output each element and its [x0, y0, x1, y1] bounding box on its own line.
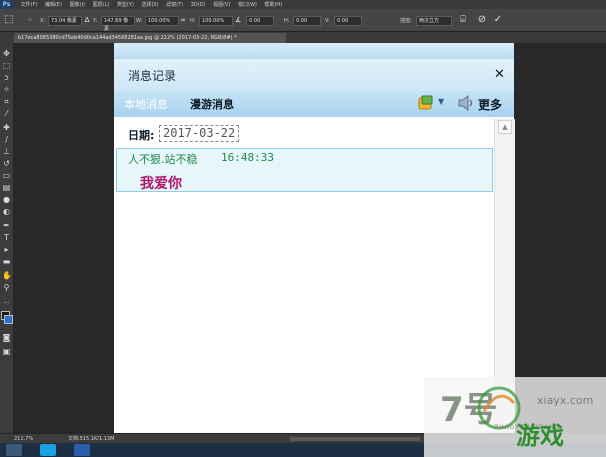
tools-panel: ✥ ⬚ ↄ ✧ ⌗ ⁄ ✚ ∕ ⊥ ↺ ▭ ▤ ● ◐ ✒ T ▸ ▬ ✋ ⚲ …	[0, 43, 14, 433]
link-icon[interactable]: ∞	[177, 14, 189, 26]
vskew-label: V:	[325, 18, 330, 24]
app-logo-icon[interactable]: Ps	[0, 0, 13, 9]
history-brush-tool-icon[interactable]: ↺	[2, 159, 11, 168]
message-manager-icon[interactable]	[417, 94, 435, 112]
rotate-icon: ∡	[234, 16, 242, 24]
menu-view[interactable]: 视图(V)	[213, 2, 230, 8]
x-label: X:	[40, 18, 46, 24]
close-icon[interactable]: ✕	[494, 67, 505, 82]
date-label: 日期:	[128, 129, 155, 142]
shape-tool-icon[interactable]: ▬	[2, 257, 11, 266]
window-top-strip	[114, 43, 514, 59]
quick-mask-icon[interactable]: ◙	[2, 333, 11, 342]
magic-wand-tool-icon[interactable]: ✧	[2, 85, 11, 94]
pen-tool-icon[interactable]: ✒	[2, 221, 11, 230]
marquee-tool-icon[interactable]: ⬚	[2, 61, 11, 70]
brush-tool-icon[interactable]: ∕	[2, 135, 11, 144]
start-icon[interactable]	[6, 444, 22, 456]
commit-icon[interactable]: ✓	[492, 14, 504, 26]
browser-icon[interactable]	[40, 444, 56, 456]
window-title: 消息记录	[128, 69, 177, 83]
menu-bar: Ps 文件(F) 编辑(E) 图像(I) 图层(L) 类型(Y) 选择(S) 滤…	[0, 0, 606, 9]
blur-tool-icon[interactable]: ●	[2, 195, 11, 204]
type-tool-icon[interactable]: T	[2, 233, 11, 242]
menu-filter[interactable]: 滤镜(T)	[166, 2, 183, 8]
scroll-up-icon[interactable]: ▲	[498, 120, 512, 134]
h-label: H:	[190, 18, 196, 24]
options-bar: ⬚ ⁘ X: 73.04 像素 Δ Y: 147.69 像素 W: 100.00…	[0, 9, 606, 32]
speaker-icon[interactable]	[457, 94, 475, 112]
message-sender: 人不狠.站不稳	[128, 153, 198, 166]
message-text: 我爱你	[140, 176, 182, 192]
dodge-tool-icon[interactable]: ◐	[2, 207, 11, 216]
document-tab[interactable]: b17eca8065380cd75eb40d0ca144ad34588281aa…	[14, 33, 286, 43]
menu-window[interactable]: 窗口(W)	[238, 2, 257, 8]
screen-mode-icon[interactable]: ▣	[2, 347, 11, 356]
zoom-tool-icon[interactable]: ⚲	[2, 283, 11, 292]
menu-type[interactable]: 类型(Y)	[117, 2, 134, 8]
menu-select[interactable]: 选择(S)	[141, 2, 158, 8]
lasso-tool-icon[interactable]: ↄ	[2, 73, 11, 82]
gradient-tool-icon[interactable]: ▤	[2, 183, 11, 192]
delta-icon[interactable]: Δ	[81, 14, 93, 26]
h-skew-field[interactable]: 0.00	[293, 16, 321, 26]
menu-help[interactable]: 帮助(H)	[264, 2, 282, 8]
tabs-bar	[114, 91, 514, 117]
y-label: Y:	[93, 18, 98, 24]
eraser-tool-icon[interactable]: ▭	[2, 171, 11, 180]
horizontal-scrollbar[interactable]	[290, 437, 420, 441]
menu-layer[interactable]: 图层(L)	[93, 2, 110, 8]
width-field[interactable]: 100.00%	[145, 16, 179, 26]
photoshop-taskbar-icon[interactable]	[74, 444, 90, 456]
document-tab-bar: b17eca8065380cd75eb40d0ca144ad34588281aa…	[0, 32, 606, 43]
crop-tool-icon[interactable]: ⌗	[2, 97, 11, 106]
tab-roaming-messages[interactable]: 漫游消息	[190, 96, 234, 112]
more-tools-icon[interactable]: …	[2, 297, 11, 306]
eyedropper-tool-icon[interactable]: ⁄	[2, 109, 11, 118]
hskew-label: H:	[284, 18, 290, 24]
menu-image[interactable]: 图像(I)	[70, 2, 85, 8]
date-picker[interactable]: 2017-03-22	[159, 125, 240, 142]
more-button[interactable]: 更多	[478, 96, 502, 113]
y-position-field[interactable]: 147.69 像素	[101, 16, 135, 32]
watermark-domain: xiayx.com	[537, 394, 594, 407]
height-field[interactable]: 100.00%	[199, 16, 233, 26]
watermark-brand: 游戏	[516, 422, 564, 450]
healing-tool-icon[interactable]: ✚	[2, 123, 11, 132]
reference-point-icon[interactable]: ⁘	[24, 14, 36, 26]
v-skew-field[interactable]: 0.00	[334, 16, 362, 26]
interpolation-select[interactable]: 两次立方	[416, 16, 452, 26]
message-time: 16:48:33	[221, 151, 274, 164]
menu-edit[interactable]: 编辑(E)	[45, 2, 62, 8]
transform-tool-icon[interactable]: ⬚	[3, 14, 15, 26]
interpolation-label: 插值:	[400, 18, 412, 24]
angle-field[interactable]: 0.00	[246, 16, 274, 26]
x-position-field[interactable]: 73.04 像素	[48, 16, 82, 26]
menu-file[interactable]: 文件(F)	[21, 2, 38, 8]
tab-local-messages[interactable]: 本地消息	[124, 96, 168, 112]
hand-tool-icon[interactable]: ✋	[2, 271, 12, 280]
menu-3d[interactable]: 3D(D)	[191, 2, 206, 8]
chat-history-window: 消息记录 ✕ 本地消息 漫游消息 ▼ 更多 日期: 2017-03-22 人不狠…	[114, 43, 515, 433]
stamp-tool-icon[interactable]: ⊥	[2, 147, 11, 156]
cancel-icon[interactable]: ⊘	[476, 14, 488, 26]
background-color-swatch[interactable]	[4, 315, 13, 324]
warp-icon[interactable]: ⌸	[457, 14, 469, 26]
w-label: W:	[136, 18, 143, 24]
move-tool-icon[interactable]: ✥	[2, 49, 11, 58]
chevron-down-icon[interactable]: ▼	[438, 97, 444, 106]
path-select-tool-icon[interactable]: ▸	[2, 245, 11, 254]
